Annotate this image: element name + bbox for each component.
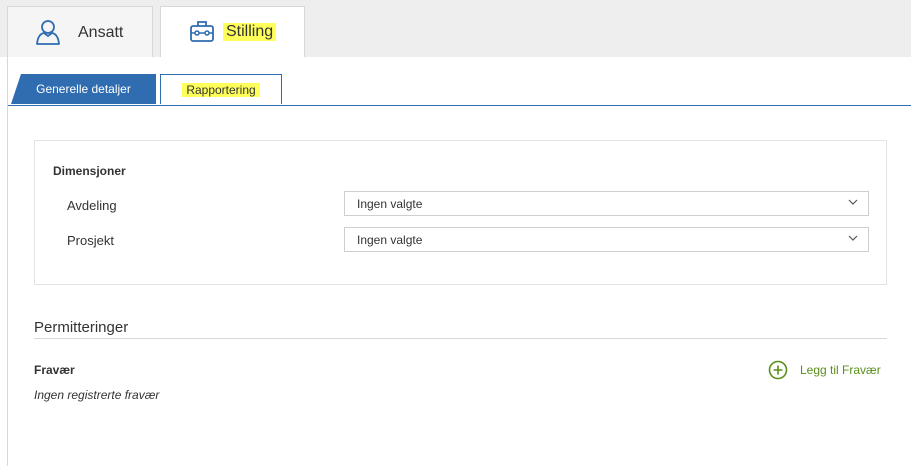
department-select[interactable]: Ingen valgte [344, 191, 869, 216]
section-divider [34, 338, 887, 339]
tab-general-details[interactable]: Generelle detaljer [11, 74, 156, 104]
user-icon [36, 20, 60, 45]
project-select[interactable]: Ingen valgte [344, 227, 869, 252]
sub-tab-bar: Generelle detaljer Rapportering [8, 74, 911, 106]
chevron-down-icon [848, 235, 858, 241]
dimensions-panel: Dimensjoner Avdeling Ingen valgte Prosje… [34, 140, 887, 285]
tab-reporting[interactable]: Rapportering [160, 74, 282, 104]
layoffs-section-title: Permitteringer [34, 319, 129, 336]
chevron-down-icon [848, 199, 858, 205]
briefcase-icon [190, 21, 214, 42]
top-tab-bar: Ansatt Stilling [0, 0, 911, 57]
tab-position[interactable]: Stilling [160, 6, 305, 57]
add-absence-label: Legg til Fravær [800, 363, 881, 377]
department-select-value: Ingen valgte [357, 196, 423, 211]
plus-circle-icon [768, 360, 788, 380]
department-label: Avdeling [67, 198, 117, 213]
absence-empty-text: Ingen registrerte fravær [34, 388, 160, 402]
dimensions-title: Dimensjoner [53, 164, 126, 178]
tab-employee-label: Ansatt [78, 24, 124, 41]
tab-employee[interactable]: Ansatt [7, 6, 153, 57]
project-select-value: Ingen valgte [357, 232, 423, 247]
project-label: Prosjekt [67, 233, 114, 248]
content-panel: Generelle detaljer Rapportering Dimensjo… [7, 57, 911, 466]
tab-position-label: Stilling [223, 23, 277, 41]
add-absence-button[interactable]: Legg til Fravær [768, 359, 881, 381]
absence-title: Fravær [34, 363, 75, 377]
tab-reporting-label: Rapportering [182, 82, 260, 97]
